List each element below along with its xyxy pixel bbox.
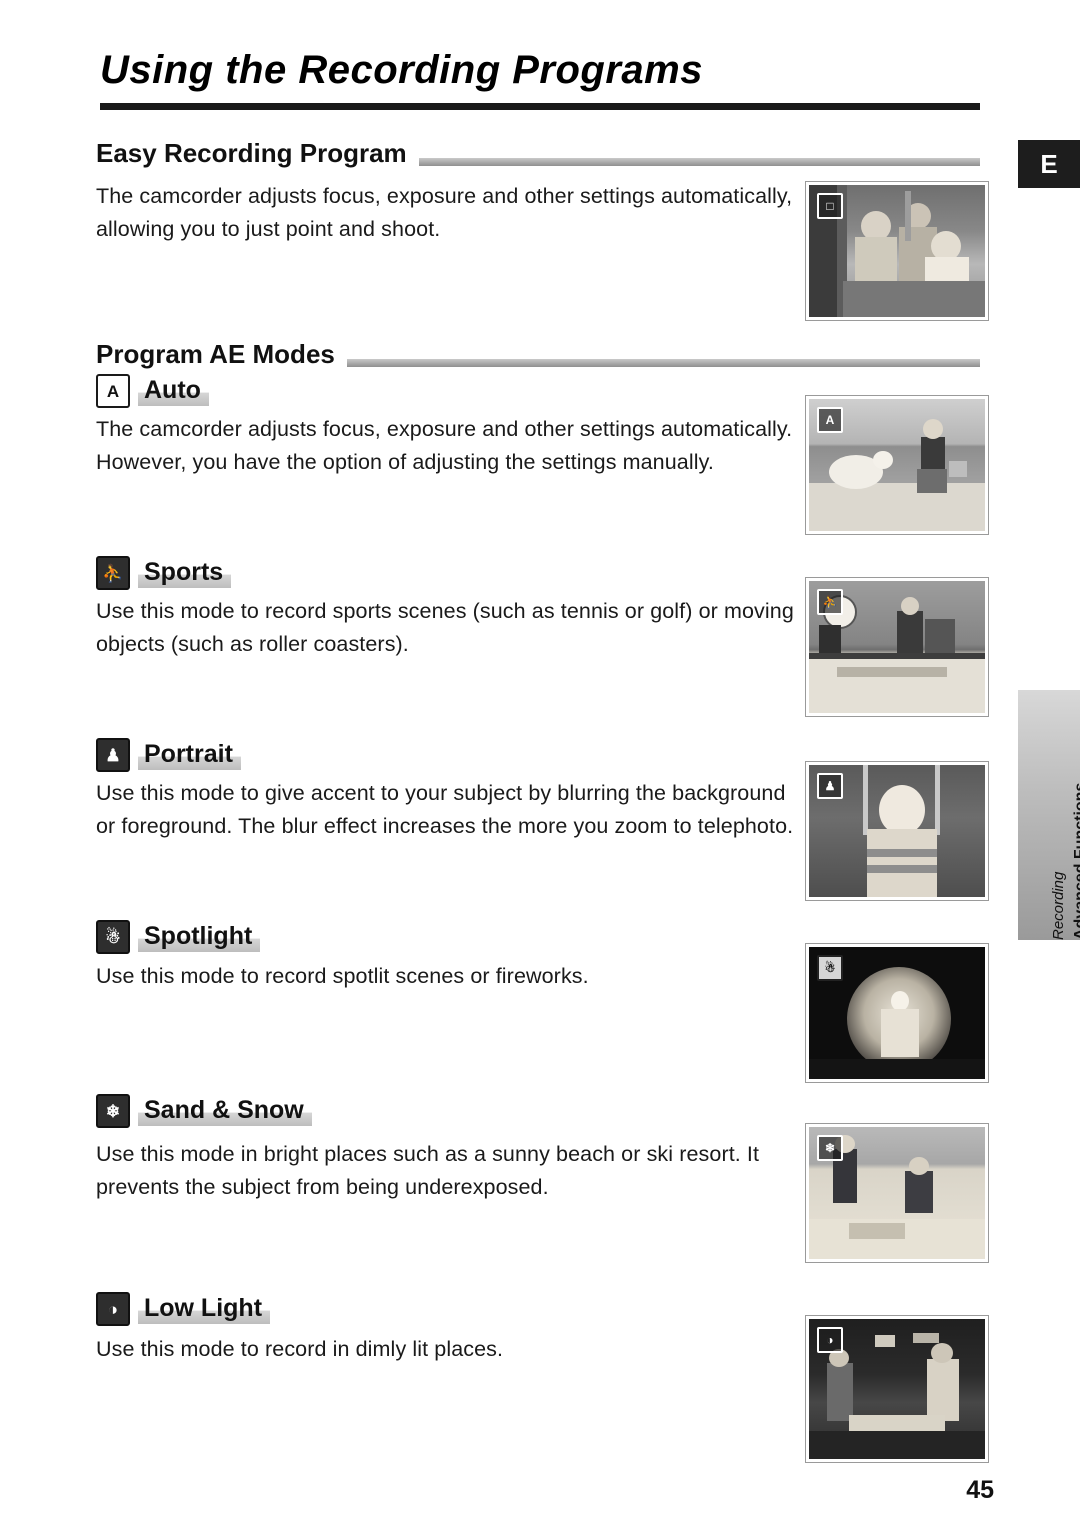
photo-auto: A bbox=[806, 396, 988, 534]
title-divider bbox=[100, 103, 980, 110]
mode-label: Sports bbox=[138, 557, 232, 589]
photo-low-light: ◑ bbox=[806, 1316, 988, 1462]
auto-body: The camcorder adjusts focus, exposure an… bbox=[96, 417, 793, 474]
page-number: 45 bbox=[966, 1476, 994, 1504]
side-tab-label-secondary: Recording bbox=[1050, 871, 1067, 940]
portrait-icon: ♟ bbox=[96, 738, 130, 772]
photo-badge: A bbox=[817, 407, 843, 433]
mode-heading-sand-snow: ❄ Sand & Snow bbox=[96, 1094, 312, 1128]
mode-label: Auto bbox=[138, 375, 209, 407]
mode-label: Low Light bbox=[138, 1293, 271, 1325]
mode-label: Sand & Snow bbox=[138, 1095, 312, 1127]
photo-sports: ⛹ bbox=[806, 578, 988, 716]
photo-spotlight: ☃ bbox=[806, 944, 988, 1082]
auto-icon: A bbox=[96, 374, 130, 408]
mode-heading-low-light: ◑ Low Light bbox=[96, 1292, 271, 1326]
page-title: Using the Recording Programs bbox=[100, 48, 703, 92]
photo-portrait: ♟ bbox=[806, 762, 988, 900]
section-heading: Easy Recording Program bbox=[96, 138, 419, 169]
photo-sand-snow: ❄ bbox=[806, 1124, 988, 1262]
mode-heading-sports: ⛹ Sports bbox=[96, 556, 232, 590]
mode-label: Portrait bbox=[138, 739, 241, 771]
section-easy-recording: Easy Recording Program bbox=[96, 138, 980, 172]
photo-badge: ☃ bbox=[817, 955, 843, 981]
low-light-body: Use this mode to record in dimly lit pla… bbox=[96, 1337, 504, 1361]
photo-easy-recording: □ bbox=[806, 182, 988, 320]
document-page: Using the Recording Programs E Advanced … bbox=[0, 0, 1080, 1533]
sand-snow-icon: ❄ bbox=[96, 1094, 130, 1128]
language-tab: E bbox=[1018, 140, 1080, 188]
mode-heading-auto: A Auto bbox=[96, 374, 209, 408]
section-program-ae: Program AE Modes bbox=[96, 339, 980, 373]
spotlight-body: Use this mode to record spotlit scenes o… bbox=[96, 964, 589, 988]
spotlight-icon: ☃ bbox=[96, 920, 130, 954]
portrait-body: Use this mode to give accent to your sub… bbox=[96, 781, 794, 838]
photo-badge: ⛹ bbox=[817, 589, 843, 615]
low-light-icon: ◑ bbox=[96, 1292, 130, 1326]
photo-badge: ◑ bbox=[817, 1327, 843, 1353]
photo-badge: ♟ bbox=[817, 773, 843, 799]
mode-label: Spotlight bbox=[138, 921, 261, 953]
sand-snow-body: Use this mode in bright places such as a… bbox=[96, 1142, 760, 1199]
mode-heading-portrait: ♟ Portrait bbox=[96, 738, 241, 772]
photo-badge: □ bbox=[817, 193, 843, 219]
easy-recording-body: The camcorder adjusts focus, exposure an… bbox=[96, 184, 793, 241]
mode-heading-spotlight: ☃ Spotlight bbox=[96, 920, 261, 954]
sports-icon: ⛹ bbox=[96, 556, 130, 590]
photo-badge: ❄ bbox=[817, 1135, 843, 1161]
sports-body: Use this mode to record sports scenes (s… bbox=[96, 599, 794, 656]
section-heading: Program AE Modes bbox=[96, 339, 347, 370]
